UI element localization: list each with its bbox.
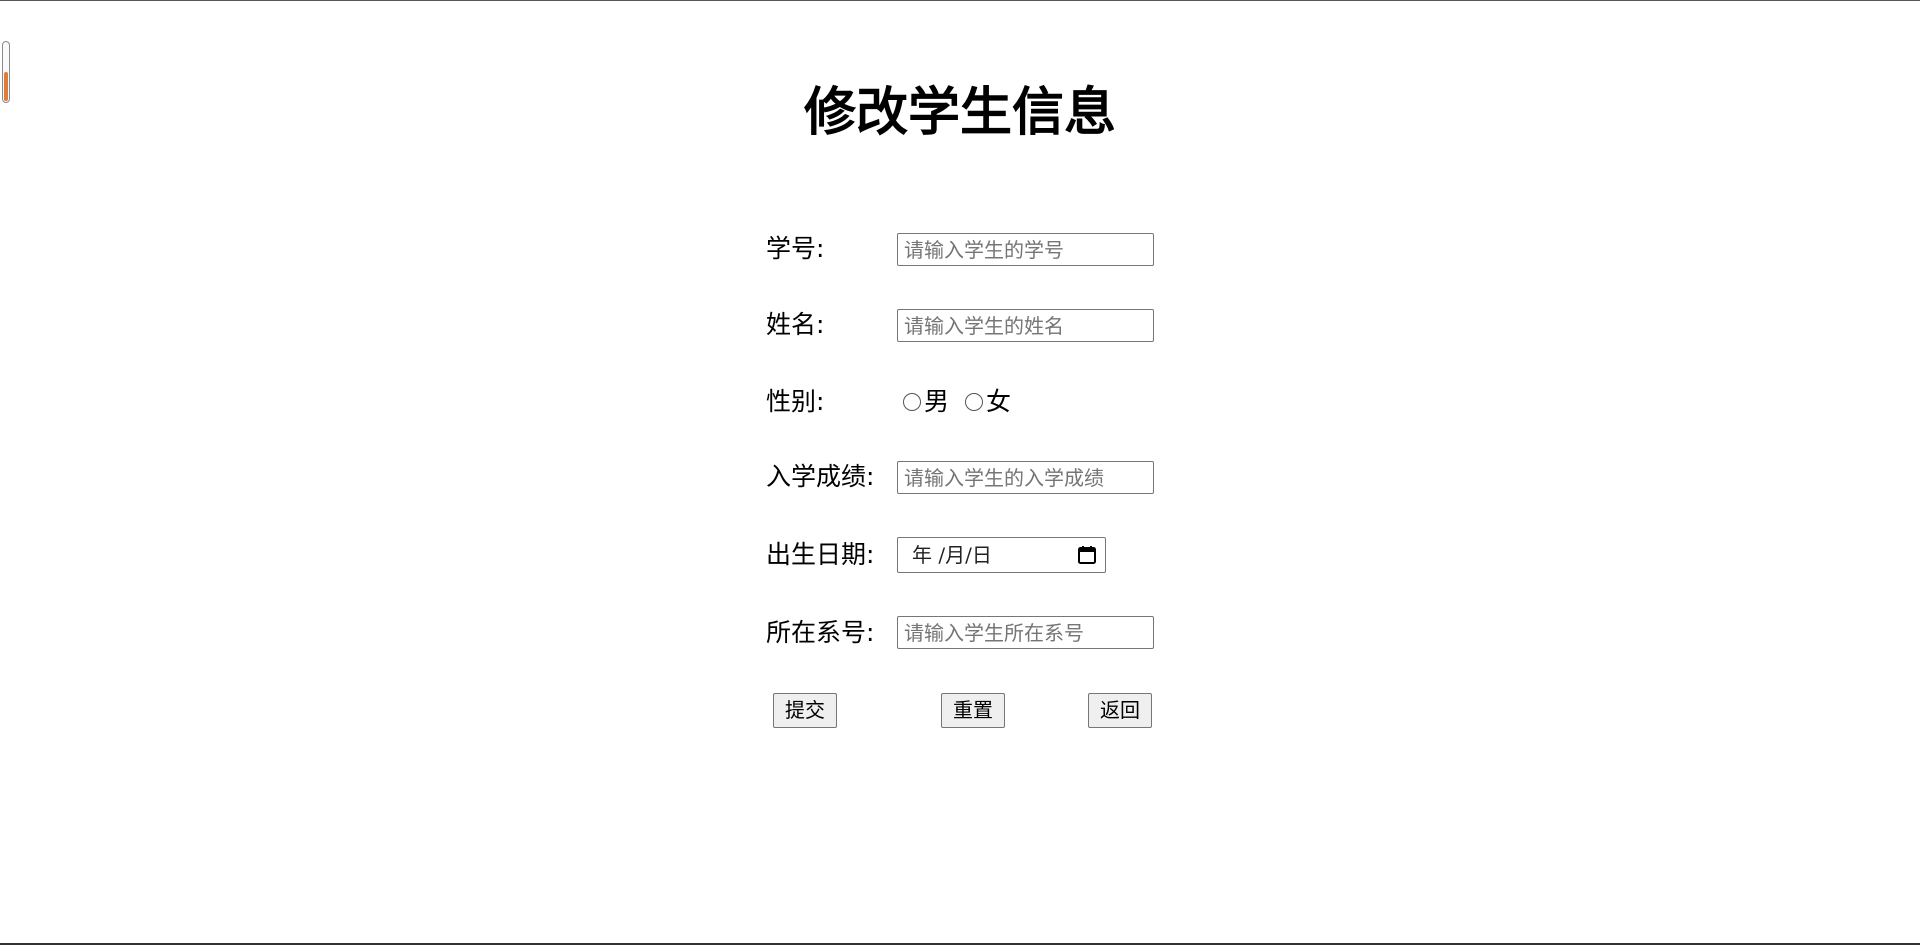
student-id-label: 学号: — [766, 234, 825, 263]
birth-date-label: 出生日期: — [766, 540, 875, 569]
gender-female-label[interactable]: 女 — [986, 386, 1011, 418]
page-title: 修改学生信息 — [803, 83, 1116, 143]
gender-radio-group: 男 女 — [903, 386, 1011, 418]
back-button[interactable]: 返回 — [1088, 693, 1152, 728]
entrance-score-input[interactable] — [897, 461, 1154, 494]
name-label: 姓名: — [766, 310, 825, 339]
entrance-score-label: 入学成绩: — [766, 462, 875, 491]
name-input[interactable] — [897, 309, 1154, 342]
gender-label: 性别: — [766, 387, 825, 416]
gender-female-radio[interactable] — [965, 393, 984, 411]
gender-male-radio[interactable] — [903, 393, 921, 411]
department-id-input[interactable] — [897, 616, 1154, 649]
birth-date-display[interactable]: 年 /月/日 — [912, 541, 992, 569]
reset-button[interactable]: 重置 — [941, 693, 1005, 728]
birth-date-input[interactable]: 年 /月/日 — [897, 537, 1106, 573]
calendar-icon[interactable] — [1077, 545, 1097, 565]
submit-button[interactable]: 提交 — [773, 693, 837, 728]
gender-male-label[interactable]: 男 — [924, 386, 949, 418]
student-id-input[interactable] — [897, 233, 1154, 266]
department-id-label: 所在系号: — [766, 618, 875, 647]
page: 修改学生信息 学号: 姓名: 性别: 男 女 入学成绩: 出生日期: 年 /月/… — [0, 0, 1920, 945]
